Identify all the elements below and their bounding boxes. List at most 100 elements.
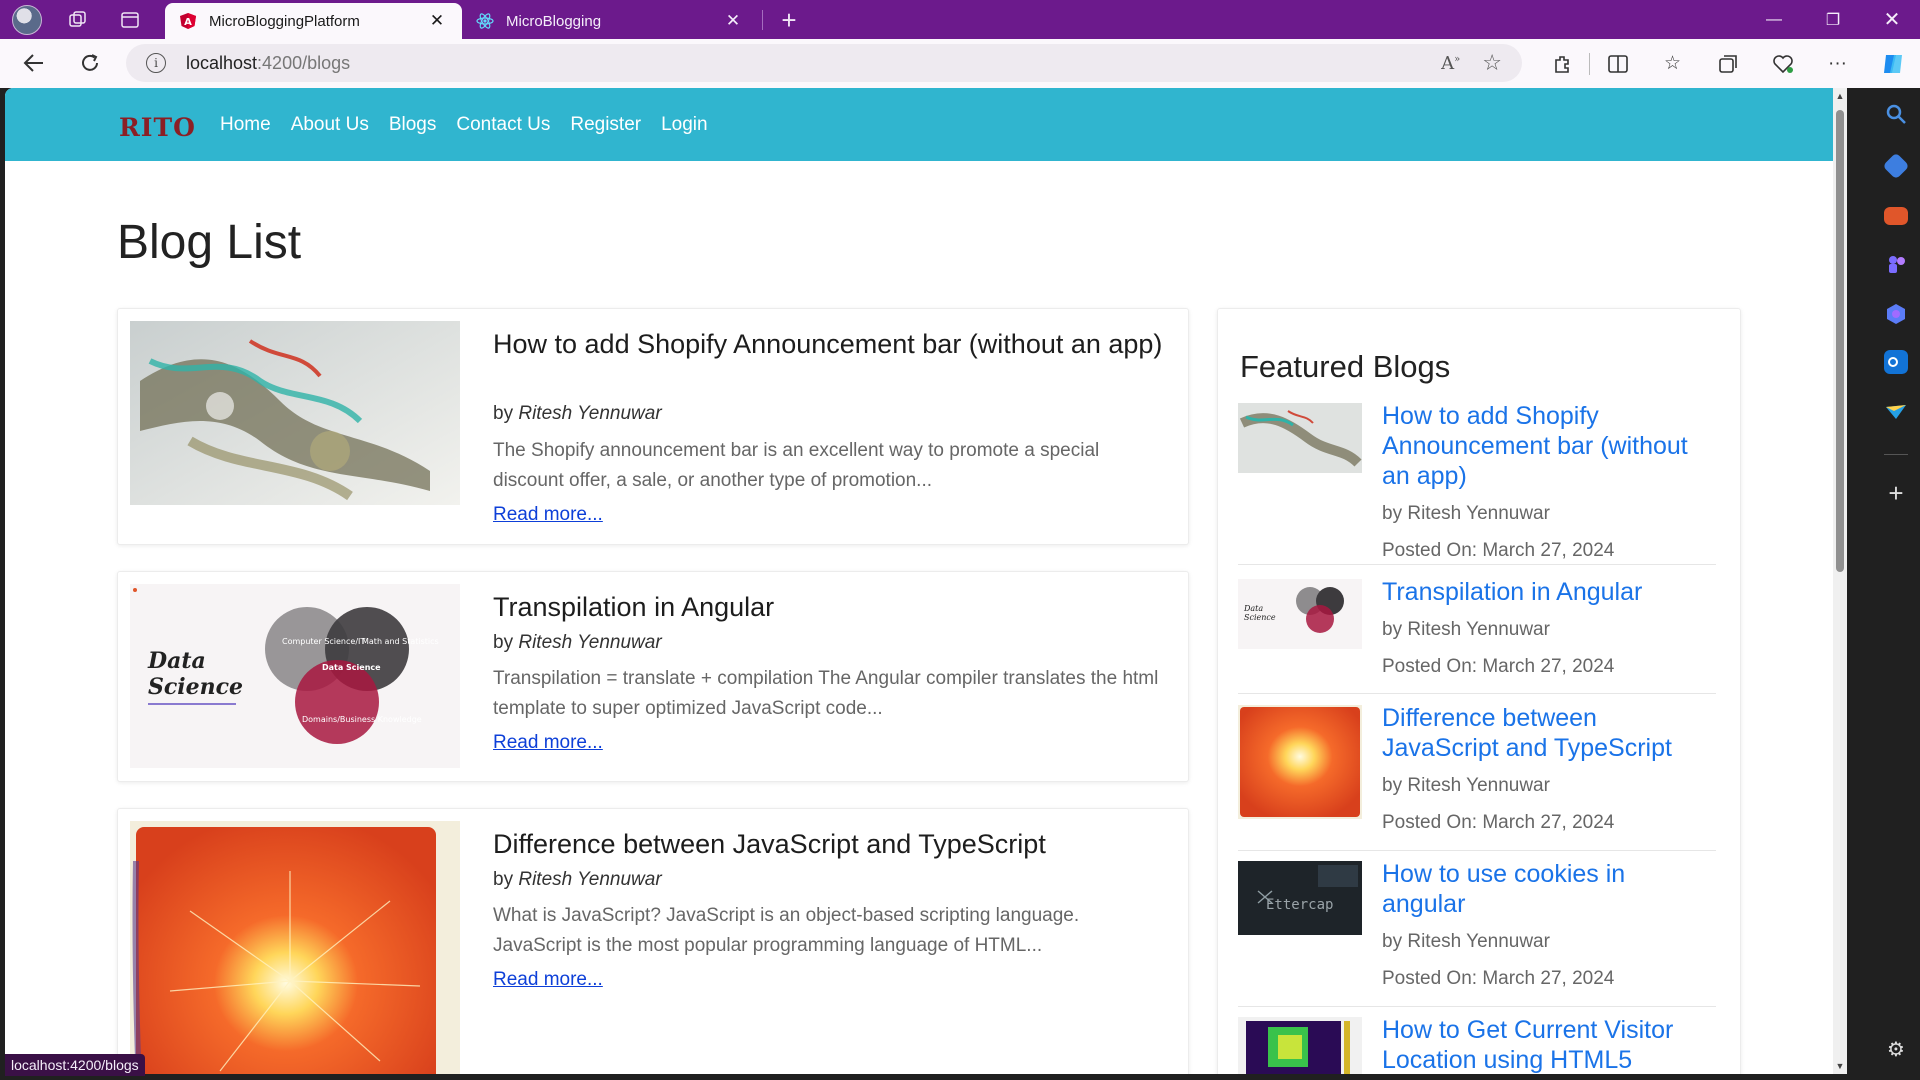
scrollbar-thumb[interactable]: [1836, 110, 1844, 572]
url-text[interactable]: localhost:4200/blogs: [186, 53, 350, 74]
image-text: Science: [148, 674, 243, 700]
featured-thumbnail[interactable]: [1238, 1017, 1362, 1074]
new-tab-icon[interactable]: +: [771, 2, 807, 38]
add-sidebar-app-icon[interactable]: +: [1884, 480, 1908, 506]
edge-sidebar: + ⚙: [1872, 88, 1920, 1080]
extensions-icon[interactable]: [1534, 44, 1589, 84]
games-icon[interactable]: [1884, 252, 1908, 276]
copilot-app-icon[interactable]: [1884, 302, 1908, 326]
scroll-down-icon[interactable]: ▼: [1835, 1061, 1845, 1071]
featured-date: Posted On: March 27, 2024: [1382, 656, 1615, 677]
image-text: Math and Statistics: [362, 637, 439, 646]
nav-link-about-us[interactable]: About Us: [291, 114, 369, 136]
featured-blogs-panel: Featured Blogs How to add Shopify Announ…: [1217, 308, 1741, 1074]
image-text: Domains/Business Knowledge: [302, 715, 422, 724]
sidebar-divider: [1884, 454, 1908, 455]
profile-avatar[interactable]: [12, 4, 42, 35]
blog-title[interactable]: How to add Shopify Announcement bar (wit…: [493, 327, 1173, 361]
svg-text:A: A: [184, 17, 192, 28]
blog-title[interactable]: Transpilation in Angular: [493, 590, 1173, 624]
restore-icon[interactable]: ❐: [1806, 0, 1860, 39]
collections-icon[interactable]: [1700, 44, 1755, 84]
workspaces-icon[interactable]: [60, 2, 96, 38]
favorite-star-icon[interactable]: ☆: [1482, 50, 1502, 76]
minimize-icon[interactable]: —: [1747, 0, 1801, 39]
drop-icon[interactable]: [1884, 400, 1908, 424]
status-bar-url: localhost:4200/blogs: [5, 1054, 145, 1076]
shopping-tag-icon[interactable]: [1882, 152, 1910, 180]
tab-microblogging[interactable]: MicroBlogging ✕: [462, 3, 758, 39]
featured-item: How to Get Current Visitor Location usin…: [1238, 1015, 1716, 1074]
featured-title[interactable]: How to Get Current Visitor Location usin…: [1382, 1015, 1712, 1074]
browser-essentials-icon[interactable]: [1755, 44, 1810, 84]
tab-microbloggingplatform[interactable]: A MicroBloggingPlatform ✕: [165, 3, 462, 39]
featured-thumbnail[interactable]: [1238, 705, 1362, 819]
more-options-icon[interactable]: ···: [1810, 44, 1865, 84]
tab-actions-icon[interactable]: [112, 2, 148, 38]
favorites-icon[interactable]: ☆: [1645, 44, 1700, 84]
nav-link-register[interactable]: Register: [570, 114, 641, 136]
page-viewport: RITO Home About Us Blogs Contact Us Regi…: [5, 88, 1847, 1074]
featured-title[interactable]: How to use cookies in angular: [1382, 859, 1712, 919]
tools-briefcase-icon[interactable]: [1884, 207, 1908, 225]
featured-thumbnail[interactable]: Data Science: [1238, 579, 1362, 649]
featured-author: by Ritesh Yennuwar: [1382, 775, 1550, 796]
angular-icon: A: [180, 13, 196, 29]
url-host: localhost: [186, 52, 258, 73]
featured-thumbnail[interactable]: Ettercap: [1238, 861, 1362, 935]
sidebar-settings-gear-icon[interactable]: ⚙: [1884, 1038, 1908, 1062]
split-screen-icon[interactable]: [1590, 44, 1645, 84]
brand-logo[interactable]: RITO: [119, 113, 196, 142]
featured-item: Data Science Transpilation in Angular by …: [1238, 577, 1716, 694]
blog-thumbnail-shopify[interactable]: [130, 321, 460, 505]
nav-link-home[interactable]: Home: [220, 114, 271, 136]
close-window-icon[interactable]: ✕: [1865, 0, 1919, 39]
featured-date: Posted On: March 27, 2024: [1382, 540, 1615, 561]
site-info-icon[interactable]: i: [146, 53, 166, 73]
featured-title[interactable]: Transpilation in Angular: [1382, 577, 1712, 607]
featured-heading: Featured Blogs: [1240, 349, 1451, 384]
blog-title[interactable]: Difference between JavaScript and TypeSc…: [493, 827, 1173, 861]
blog-excerpt: Transpilation = translate + compilation …: [493, 668, 1159, 719]
copilot-icon[interactable]: [1865, 44, 1920, 84]
image-text: Data Science: [322, 663, 381, 672]
read-more-link[interactable]: Read more...: [493, 504, 603, 526]
browser-toolbar: i localhost:4200/blogs A» ☆ ☆ ···: [0, 39, 1920, 88]
back-icon[interactable]: [14, 43, 54, 83]
blog-author: Ritesh Yennuwar: [518, 632, 662, 653]
blog-excerpt: What is JavaScript? JavaScript is an obj…: [493, 905, 1080, 956]
featured-thumbnail[interactable]: [1238, 403, 1362, 473]
blog-excerpt: The Shopify announcement bar is an excel…: [493, 440, 1100, 491]
nav-link-contact-us[interactable]: Contact Us: [456, 114, 550, 136]
blog-card: Data Science Computer Science/IT Math an…: [117, 571, 1189, 782]
close-tab-icon[interactable]: ✕: [722, 11, 744, 31]
tab-label: MicroBlogging: [506, 12, 602, 30]
featured-title[interactable]: How to add Shopify Announcement bar (wit…: [1382, 401, 1712, 491]
page-scrollbar[interactable]: ▲ ▼: [1833, 88, 1847, 1074]
read-more-link[interactable]: Read more...: [493, 732, 603, 754]
scroll-up-icon[interactable]: ▲: [1835, 91, 1845, 101]
read-aloud-icon[interactable]: A»: [1441, 53, 1460, 74]
outlook-icon[interactable]: [1884, 350, 1908, 374]
address-bar[interactable]: i localhost:4200/blogs A» ☆: [126, 44, 1522, 82]
blog-author-line: by Ritesh Yennuwar: [493, 632, 662, 654]
image-text: Data: [1243, 604, 1263, 613]
read-more-link[interactable]: Read more...: [493, 969, 603, 991]
blog-author: Ritesh Yennuwar: [518, 403, 662, 424]
by-label: by: [493, 403, 514, 424]
image-text: Computer Science/IT: [282, 637, 365, 646]
featured-author: by Ritesh Yennuwar: [1382, 619, 1550, 640]
image-text: Science: [1244, 613, 1276, 622]
by-label: by: [493, 869, 514, 890]
blog-thumbnail-js-ts[interactable]: [130, 821, 460, 1074]
nav-link-blogs[interactable]: Blogs: [389, 114, 437, 136]
refresh-icon[interactable]: [70, 43, 110, 83]
blog-thumbnail-transpilation[interactable]: Data Science Computer Science/IT Math an…: [130, 584, 460, 768]
search-icon[interactable]: [1884, 102, 1908, 126]
url-path: :4200/blogs: [257, 52, 351, 73]
page-title: Blog List: [117, 216, 302, 269]
close-tab-icon[interactable]: ✕: [426, 11, 448, 31]
featured-date: Posted On: March 27, 2024: [1382, 968, 1615, 989]
featured-title[interactable]: Difference between JavaScript and TypeSc…: [1382, 703, 1712, 763]
nav-link-login[interactable]: Login: [661, 114, 708, 136]
